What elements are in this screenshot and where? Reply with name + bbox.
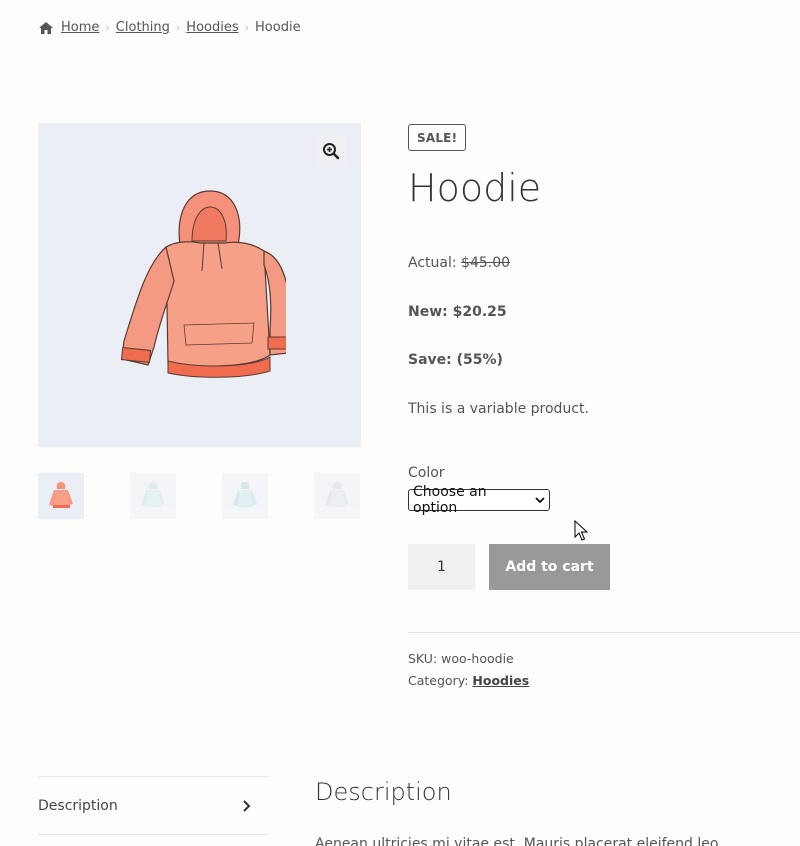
tabs-divider (38, 834, 268, 835)
product-main-image[interactable] (38, 123, 361, 447)
divider (408, 632, 800, 633)
price-save: Save: (55%) (408, 352, 503, 368)
breadcrumb-clothing-link[interactable]: Clothing (116, 20, 170, 35)
breadcrumb: Home › Clothing › Hoodies › Hoodie (38, 20, 301, 35)
color-select-value: Choose an option (413, 484, 487, 516)
hoodie-thumbnail-icon (233, 482, 257, 507)
quantity-input[interactable]: 1 (408, 544, 475, 590)
price-actual-label: Actual: (408, 255, 457, 271)
product-summary: SALE! Hoodie Actual: $45.00 New: $20.25 … (408, 124, 800, 688)
short-description: This is a variable product. (408, 401, 589, 417)
sale-badge: SALE! (408, 124, 467, 151)
chevron-down-icon (535, 497, 545, 504)
product-sku: SKU: woo-hoodie (408, 651, 514, 666)
mouse-cursor-icon (574, 520, 588, 541)
breadcrumb-current: Hoodie (255, 20, 301, 35)
color-label: Color (408, 465, 445, 481)
description-heading: Description (315, 778, 452, 806)
color-select[interactable]: Choose an option (408, 484, 550, 516)
thumbnail-2[interactable] (130, 473, 176, 519)
product-title: Hoodie (408, 166, 542, 210)
category-label: Category: (408, 673, 469, 688)
hoodie-thumbnail-icon (325, 482, 349, 507)
thumbnail-1[interactable] (38, 473, 84, 519)
hoodie-image (120, 190, 286, 378)
zoom-in-icon (323, 143, 340, 160)
tab-description-label: Description (38, 797, 118, 814)
tab-description[interactable]: Description (38, 777, 268, 834)
breadcrumb-separator-icon: › (175, 21, 181, 34)
hoodie-thumbnail-icon (141, 482, 165, 507)
sku-label: SKU: (408, 651, 438, 666)
price-new: New: $20.25 (408, 304, 507, 320)
price-actual-value: $45.00 (461, 255, 511, 271)
breadcrumb-separator-icon: › (244, 21, 250, 34)
sku-value: woo-hoodie (441, 651, 514, 666)
breadcrumb-hoodies-link[interactable]: Hoodies (186, 20, 238, 35)
hoodie-thumbnail-icon (49, 482, 73, 508)
breadcrumb-separator-icon: › (105, 21, 110, 34)
chevron-right-icon (243, 799, 251, 812)
product-category: Category: Hoodies (408, 673, 529, 688)
zoom-button[interactable] (315, 135, 347, 167)
thumbnail-3[interactable] (222, 473, 268, 519)
thumbnail-4[interactable] (314, 473, 360, 519)
add-to-cart-button[interactable]: Add to cart (489, 544, 610, 590)
description-text: Aenean ultricies mi vitae est. Mauris pl… (315, 836, 723, 846)
breadcrumb-home-link[interactable]: Home (61, 20, 99, 35)
price-actual: Actual: $45.00 (408, 255, 510, 271)
home-icon (39, 21, 53, 34)
category-link[interactable]: Hoodies (472, 673, 529, 688)
thumbnail-strip (38, 473, 360, 519)
